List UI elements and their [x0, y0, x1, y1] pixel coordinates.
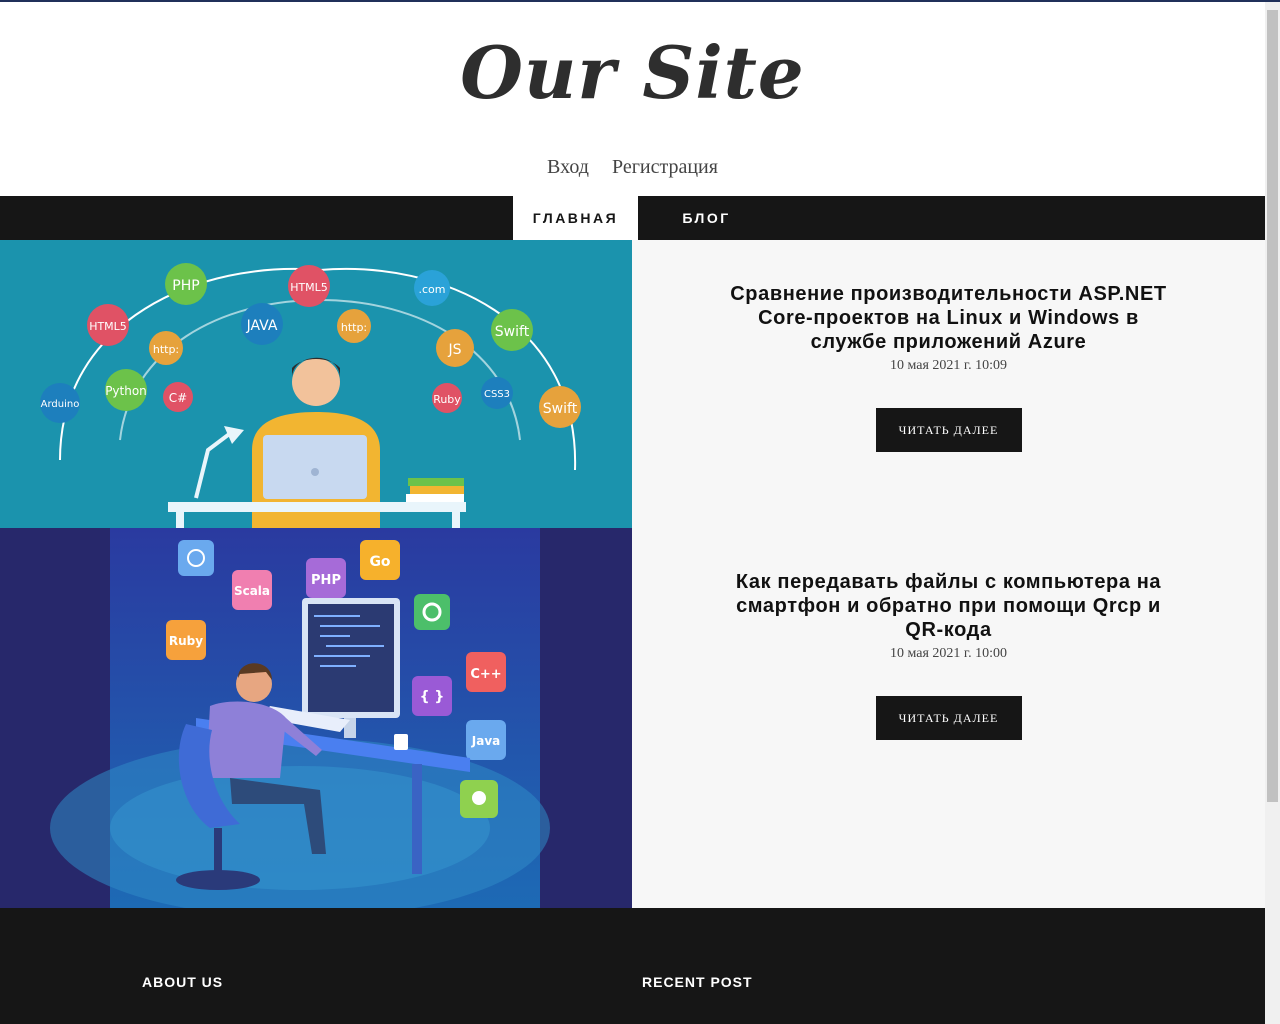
svg-text:Swift: Swift: [543, 401, 578, 417]
post-thumbnail-programmer[interactable]: PHP HTML5 JAVA http: .com JS Swift HTML5…: [0, 240, 632, 528]
nav-item-blog[interactable]: БЛОГ: [644, 196, 769, 240]
svg-text:JS: JS: [447, 342, 461, 358]
svg-text:http:: http:: [341, 321, 367, 334]
programmer-illustration: PHP HTML5 JAVA http: .com JS Swift HTML5…: [0, 240, 632, 528]
post-thumbnail-developer[interactable]: Go PHP Scala Ruby C++ { } Java: [0, 528, 632, 908]
post-title[interactable]: Сравнение производительности ASP.NET Cor…: [729, 282, 1169, 354]
read-more-button[interactable]: ЧИТАТЬ ДАЛЕЕ: [875, 696, 1022, 740]
site-footer: ABOUT US RECENT POST: [0, 908, 1265, 1024]
svg-text:.com: .com: [419, 283, 446, 296]
scrollbar-thumb[interactable]: [1267, 10, 1278, 802]
main-nav: ГЛАВНАЯ БЛОГ: [0, 196, 1265, 240]
vertical-scrollbar[interactable]: [1265, 2, 1280, 1024]
post-date: 10 мая 2021 г. 10:00: [890, 646, 1007, 661]
svg-text:Python: Python: [105, 384, 147, 398]
svg-text:PHP: PHP: [311, 573, 341, 588]
svg-text:Swift: Swift: [495, 324, 530, 340]
svg-text:http:: http:: [153, 343, 179, 356]
svg-text:Ruby: Ruby: [433, 393, 461, 406]
svg-text:Go: Go: [369, 554, 390, 570]
footer-recent-heading: RECENT POST: [642, 974, 753, 990]
svg-text:C++: C++: [470, 667, 501, 682]
svg-text:{ }: { }: [420, 689, 445, 705]
page: Our Site Вход Регистрация ГЛАВНАЯ БЛОГ P…: [0, 2, 1265, 1024]
svg-text:Scala: Scala: [234, 584, 270, 598]
post-title[interactable]: Как передавать файлы с компьютера на сма…: [729, 570, 1169, 642]
auth-links: Вход Регистрация: [0, 156, 1265, 179]
nav-item-home[interactable]: ГЛАВНАЯ: [513, 196, 638, 240]
post-card-2: Как передавать файлы с компьютера на сма…: [632, 570, 1265, 740]
footer-about-heading: ABOUT US: [142, 974, 224, 990]
login-link[interactable]: Вход: [547, 156, 589, 178]
svg-text:C#: C#: [169, 391, 187, 405]
svg-text:Ruby: Ruby: [169, 634, 203, 648]
post-card-1: Сравнение производительности ASP.NET Cor…: [632, 282, 1265, 452]
svg-text:Java: Java: [471, 734, 500, 748]
read-more-button[interactable]: ЧИТАТЬ ДАЛЕЕ: [875, 408, 1022, 452]
site-logo[interactable]: Our Site: [0, 30, 1265, 115]
svg-text:Arduino: Arduino: [41, 399, 80, 410]
svg-text:HTML5: HTML5: [89, 320, 127, 333]
register-link[interactable]: Регистрация: [612, 156, 718, 178]
post-list: PHP HTML5 JAVA http: .com JS Swift HTML5…: [0, 240, 1265, 908]
svg-text:JAVA: JAVA: [246, 318, 278, 334]
bubble-php: PHP: [172, 278, 199, 294]
post-date: 10 мая 2021 г. 10:09: [890, 358, 1007, 373]
svg-text:CSS3: CSS3: [484, 389, 510, 400]
developer-illustration: Go PHP Scala Ruby C++ { } Java: [0, 528, 632, 908]
svg-text:HTML5: HTML5: [290, 281, 328, 294]
